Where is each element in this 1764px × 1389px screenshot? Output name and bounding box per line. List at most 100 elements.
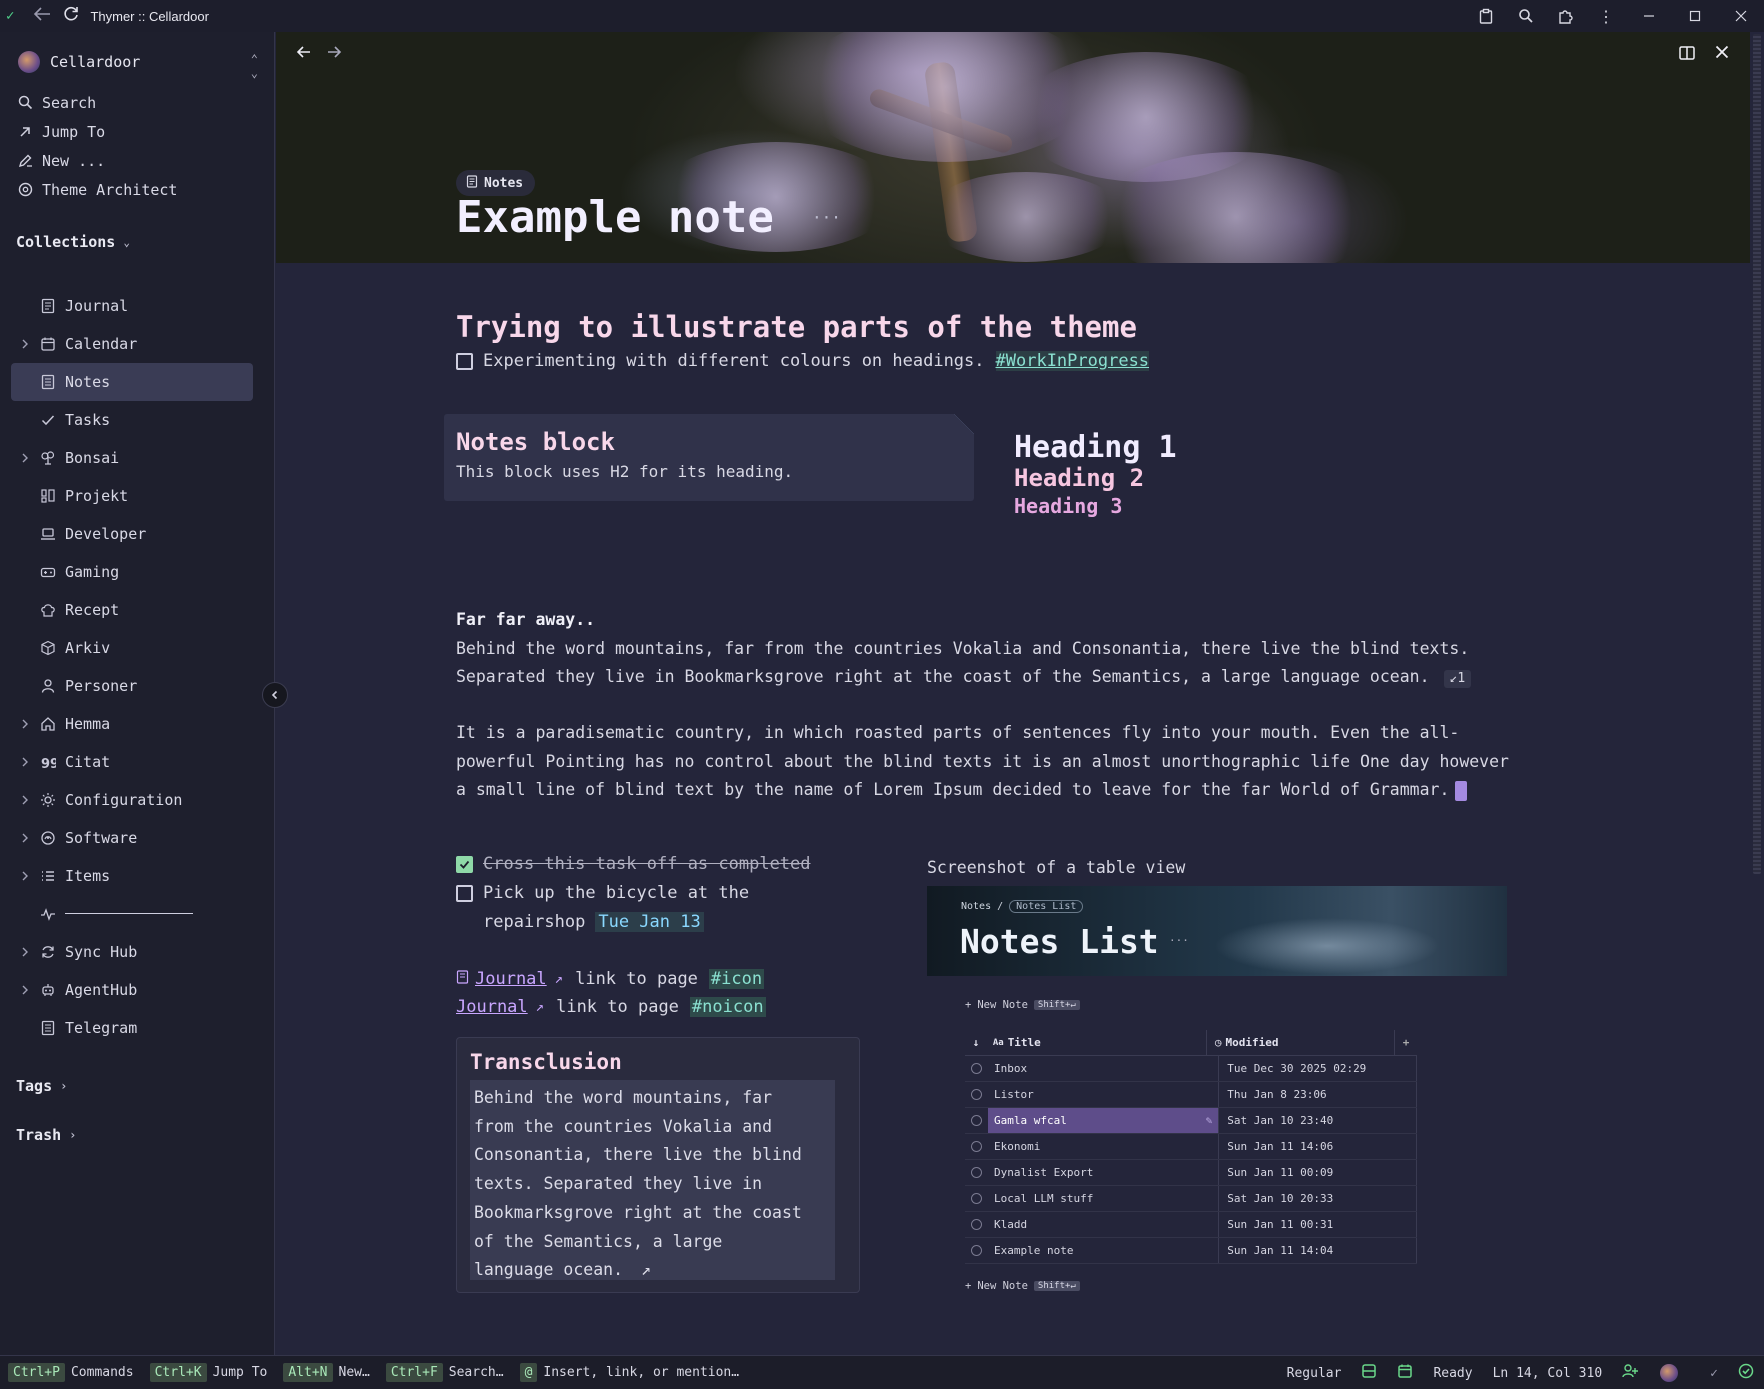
forward-arrow-icon[interactable]: [326, 44, 342, 64]
quick-jump-to[interactable]: Jump To: [16, 117, 256, 146]
sidebar-item-tasks[interactable]: Tasks: [11, 401, 253, 439]
close-window-icon[interactable]: [1718, 0, 1764, 32]
user-avatar[interactable]: [1660, 1364, 1679, 1382]
todo-completed[interactable]: Cross this task off as completed: [456, 854, 811, 874]
todo-checkbox[interactable]: [456, 352, 473, 370]
sidebar-item-arkiv[interactable]: Arkiv: [11, 629, 253, 667]
extensions-icon[interactable]: [1546, 0, 1586, 32]
date-chip[interactable]: Tue Jan 13: [595, 912, 704, 932]
sidebar-item-developer[interactable]: Developer: [11, 515, 253, 553]
sidebar-item-agenthub[interactable]: AgentHub: [11, 971, 253, 1009]
sidebar-item-calendar[interactable]: Calendar: [11, 325, 253, 363]
cell-title: Listor: [988, 1082, 1220, 1107]
tag-workinprogress[interactable]: #WorkInProgress: [995, 351, 1150, 371]
layout-icon[interactable]: [1361, 1363, 1377, 1383]
sidebar-item-citat[interactable]: 99 Citat: [11, 743, 253, 781]
shortcut-hint[interactable]: Alt+N New…: [283, 1363, 370, 1382]
calendar-icon[interactable]: [1397, 1363, 1413, 1383]
sidebar-item-hemma[interactable]: Hemma: [11, 705, 253, 743]
page-link-journal[interactable]: Journal: [456, 997, 528, 1017]
sidebar-item-projekt[interactable]: Projekt: [11, 477, 253, 515]
chevron-right-icon[interactable]: [19, 982, 31, 998]
chevron-right-icon[interactable]: [19, 868, 31, 884]
shortcut-hint[interactable]: Ctrl+F Search…: [385, 1363, 504, 1382]
maximize-icon[interactable]: [1672, 0, 1718, 32]
chevron-right-icon[interactable]: [19, 336, 31, 352]
trash-heading[interactable]: Trash ›: [16, 1126, 76, 1144]
cell-title: Local LLM stuff: [988, 1186, 1220, 1211]
todo-workinprogress[interactable]: Experimenting with different colours on …: [456, 351, 1150, 371]
transclusion-block[interactable]: Transclusion Behind the word mountains, …: [456, 1037, 860, 1293]
sidebar-item-divider[interactable]: [11, 895, 253, 933]
tag-noicon[interactable]: #noicon: [689, 997, 766, 1017]
section-heading[interactable]: Trying to illustrate parts of the theme: [456, 310, 1137, 344]
chevron-right-icon[interactable]: [19, 450, 31, 466]
sidebar-item-configuration[interactable]: Configuration: [11, 781, 253, 819]
collections-heading[interactable]: Collections ⌄: [16, 233, 130, 251]
chevron-right-icon[interactable]: [19, 830, 31, 846]
window-title: Thymer :: Cellardoor: [90, 8, 209, 24]
cell-title-text: Example note: [994, 1244, 1074, 1257]
back-arrow-icon[interactable]: [32, 6, 52, 26]
editor-mode[interactable]: Regular: [1287, 1366, 1342, 1381]
sidebar-item-recept[interactable]: Recept: [11, 591, 253, 629]
transclusion-body[interactable]: Behind the word mountains, far from the c…: [470, 1080, 835, 1280]
bonsai-icon: [39, 449, 57, 467]
zoom-icon[interactable]: [1506, 0, 1546, 32]
chevron-right-icon[interactable]: [19, 716, 31, 732]
shortcut-hint[interactable]: Ctrl+K Jump To: [149, 1363, 267, 1382]
sidebar-item-journal[interactable]: Journal: [11, 287, 253, 325]
quick-theme-architect[interactable]: Theme Architect: [16, 175, 256, 204]
arrow-up-right-icon: ↗: [554, 971, 564, 987]
backlink-count-badge[interactable]: ↙1: [1443, 670, 1472, 688]
notes-block[interactable]: Notes block This block uses H2 for its h…: [444, 414, 974, 501]
checkmark-icon: ✓: [1710, 1365, 1718, 1381]
link-suffix-text: link to page: [575, 969, 698, 989]
clipboard-icon[interactable]: [1466, 0, 1506, 32]
sidebar-item-sync-hub[interactable]: Sync Hub: [11, 933, 253, 971]
close-panel-icon[interactable]: [1714, 44, 1730, 66]
todo-checkbox[interactable]: [456, 884, 473, 902]
todo-bicycle[interactable]: Pick up the bicycle at the: [456, 883, 749, 903]
users-icon[interactable]: [1622, 1363, 1640, 1383]
split-view-icon[interactable]: [1678, 44, 1696, 66]
table-row: Gamla wfcal ✎ Sat Jan 10 23:40: [965, 1108, 1418, 1134]
sidebar-item-software[interactable]: Software: [11, 819, 253, 857]
sidebar-item-label: Developer: [65, 525, 147, 543]
todo-checkbox-checked[interactable]: [456, 855, 473, 873]
shortcut-hint[interactable]: @ Insert, link, or mention…: [519, 1363, 739, 1382]
heading-3[interactable]: Heading 3: [1014, 494, 1122, 518]
quick-search[interactable]: Search: [16, 88, 256, 117]
sidebar-item-personer[interactable]: Personer: [11, 667, 253, 705]
arrow-up-right-icon[interactable]: ↗: [641, 1260, 651, 1279]
more-options-icon[interactable]: ···: [812, 208, 841, 227]
shortcut-hint[interactable]: Ctrl+P Commands: [8, 1363, 134, 1382]
tags-heading[interactable]: Tags ›: [16, 1077, 67, 1095]
sync-ok-icon[interactable]: [1738, 1363, 1754, 1383]
workspace-switcher[interactable]: Cellardoor ⌃ ⌄: [18, 48, 258, 80]
refresh-icon[interactable]: [62, 5, 80, 27]
paragraph-far-away[interactable]: Far far away.. Behind the word mountains…: [456, 606, 1472, 692]
page-title[interactable]: Example note: [456, 192, 774, 243]
sidebar-item-gaming[interactable]: Gaming: [11, 553, 253, 591]
row-status: [965, 1212, 988, 1237]
heading-1[interactable]: Heading 1: [1014, 430, 1177, 465]
sidebar-item-telegram[interactable]: Telegram: [11, 1009, 253, 1047]
chevron-right-icon[interactable]: [19, 944, 31, 960]
scrollbar[interactable]: [1750, 32, 1764, 1355]
back-arrow-icon[interactable]: [296, 44, 312, 64]
collapse-sidebar-button[interactable]: [262, 682, 288, 708]
heading-2[interactable]: Heading 2: [1014, 464, 1144, 492]
chevron-right-icon[interactable]: [19, 792, 31, 808]
sidebar-item-bonsai[interactable]: Bonsai: [11, 439, 253, 477]
chevron-right-icon[interactable]: [19, 754, 31, 770]
kebab-menu-icon[interactable]: ⋮: [1586, 0, 1626, 32]
scrollbar-thumb[interactable]: [1753, 34, 1761, 874]
quick-new[interactable]: New ...: [16, 146, 256, 175]
page-link-journal[interactable]: Journal: [475, 969, 547, 989]
minimize-icon[interactable]: [1626, 0, 1672, 32]
paragraph-paradisematic[interactable]: It is a paradisematic country, in which …: [456, 719, 1509, 805]
sidebar-item-items[interactable]: Items: [11, 857, 253, 895]
tag-icon[interactable]: #icon: [708, 969, 765, 989]
sidebar-item-notes[interactable]: Notes: [11, 363, 253, 401]
